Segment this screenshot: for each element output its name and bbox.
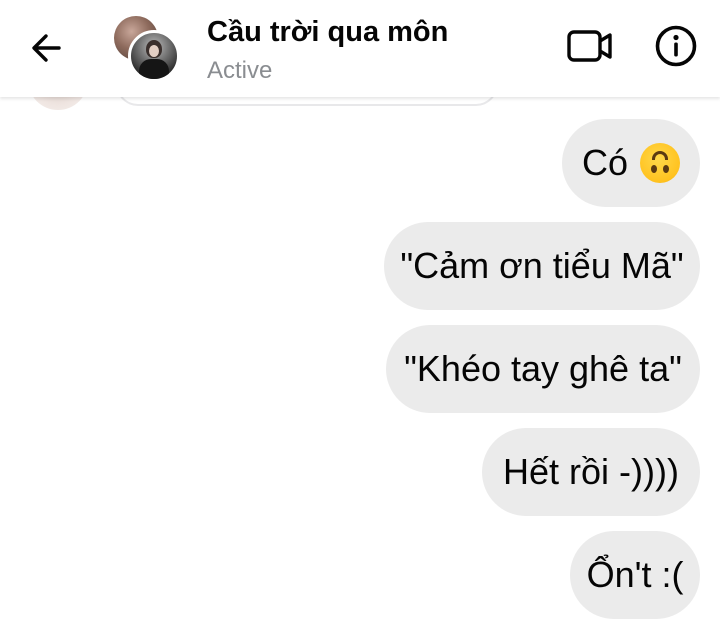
video-camera-icon (566, 28, 614, 69)
message-bubble[interactable]: "Cảm ơn tiểu Mã" (384, 222, 700, 310)
upside-down-face-icon (640, 143, 680, 183)
video-call-button[interactable] (564, 24, 616, 72)
message-text: Hết rồi -)))) (503, 451, 679, 492)
chat-screen: Cầu trời qua môn Active Có "Cảm ơn tiểu … (0, 0, 720, 640)
message-text: "Cảm ơn tiểu Mã" (400, 245, 684, 286)
message-text: Ổn't :( (586, 554, 684, 595)
info-circle-icon (654, 24, 698, 73)
active-status: Active (207, 57, 273, 84)
group-avatar[interactable] (114, 16, 180, 82)
chat-title: Cầu trời qua môn (207, 16, 449, 48)
back-button[interactable] (24, 28, 68, 72)
message-bubble[interactable]: Hết rồi -)))) (482, 428, 700, 516)
message-text: Có (582, 142, 629, 183)
info-button[interactable] (652, 24, 700, 72)
message-text: "Khéo tay ghê ta" (404, 348, 682, 389)
arrow-left-icon (29, 31, 63, 70)
message-bubble[interactable]: "Khéo tay ghê ta" (386, 325, 700, 413)
chat-header: Cầu trời qua môn Active (0, 0, 720, 97)
chat-title-block[interactable]: Cầu trời qua môn Active (207, 14, 448, 86)
message-bubble[interactable]: Ổn't :( (570, 531, 700, 619)
message-bubble[interactable]: Có (562, 119, 700, 207)
avatar (128, 30, 180, 82)
